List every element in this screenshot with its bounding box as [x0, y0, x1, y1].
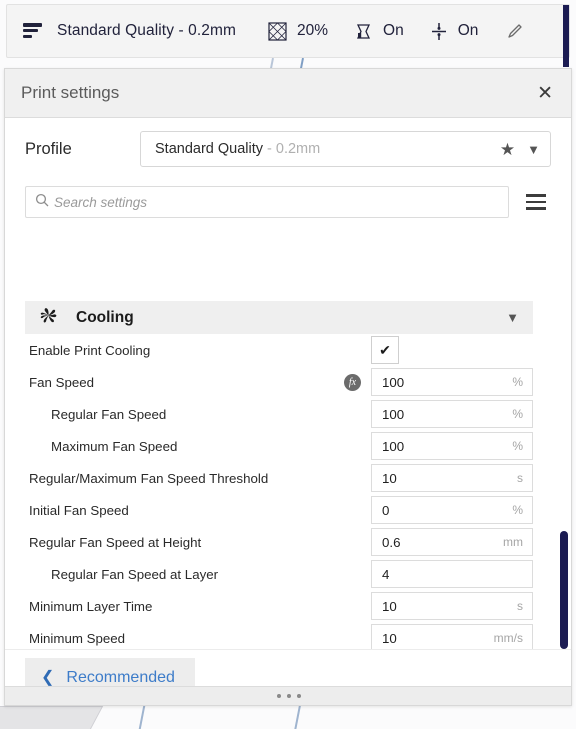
toolbar-support-group[interactable]: On	[354, 5, 404, 57]
value-number: 10	[382, 630, 397, 646]
star-icon[interactable]: ★	[500, 141, 515, 158]
pencil-icon	[506, 22, 524, 40]
value-unit: %	[512, 439, 523, 453]
value-field[interactable]: 10 s	[371, 464, 533, 492]
value-field[interactable]: 4	[371, 560, 533, 588]
value-field[interactable]: 100 %	[371, 432, 533, 460]
checkbox-enable-print-cooling[interactable]: ✔	[371, 336, 399, 364]
setting-label: Minimum Speed	[29, 630, 126, 646]
setting-row-minimum-layer-time[interactable]: Minimum Layer Time 10 s	[25, 590, 533, 622]
value-number: 0	[382, 502, 390, 518]
search-row	[5, 180, 571, 224]
search-icon	[35, 193, 49, 212]
toolbar-profile-label: Standard Quality - 0.2mm	[57, 22, 237, 39]
setting-label: Regular/Maximum Fan Speed Threshold	[29, 470, 269, 486]
setting-row-maximum-fan-speed[interactable]: Maximum Fan Speed 100 %	[25, 430, 533, 462]
page-title: Print settings	[21, 83, 120, 102]
value-unit: %	[512, 407, 523, 421]
value-number: 100	[382, 438, 405, 454]
value-number: 4	[382, 566, 390, 582]
cooling-settings: Enable Print Cooling ✔ Fan Speed fx 100 …	[25, 334, 533, 686]
settings-list: Cooling ▼ Enable Print Cooling ✔ Fan Spe…	[25, 301, 533, 705]
value-field[interactable]: 10 s	[371, 592, 533, 620]
search-input[interactable]	[52, 193, 499, 211]
chevron-down-icon[interactable]: ▼	[527, 143, 540, 156]
print-setup-toolbar[interactable]: Standard Quality - 0.2mm 20% On On	[6, 4, 570, 67]
value-unit: %	[512, 503, 523, 517]
app-root: Standard Quality - 0.2mm 20% On On Print…	[0, 0, 576, 729]
setting-label: Regular Fan Speed at Layer	[51, 566, 219, 582]
drag-handle-dots[interactable]	[5, 686, 571, 705]
layer-height-icon	[23, 23, 43, 39]
profile-label: Profile	[25, 139, 72, 158]
setting-row-initial-fan-speed[interactable]: Initial Fan Speed 0 %	[25, 494, 533, 526]
toolbar-profile-group[interactable]: Standard Quality - 0.2mm	[23, 5, 236, 57]
value-number: 100	[382, 374, 405, 390]
value-unit: s	[517, 471, 523, 485]
fx-icon[interactable]: fx	[344, 373, 361, 391]
search-box[interactable]	[25, 186, 509, 218]
value-unit: mm/s	[493, 631, 523, 645]
value-unit: mm	[503, 535, 523, 549]
setting-label: Maximum Fan Speed	[51, 438, 178, 454]
profile-row: Profile Standard Quality - 0.2mm ★ ▼	[5, 118, 571, 180]
category-header-cooling[interactable]: Cooling ▼	[25, 301, 533, 334]
category-name: Cooling	[76, 308, 134, 326]
toolbar-support-value: On	[383, 22, 404, 39]
value-field[interactable]: 100 %	[371, 368, 533, 396]
value-field[interactable]: 0.6 mm	[371, 528, 533, 556]
value-number: 10	[382, 470, 397, 486]
check-icon: ✔	[379, 341, 391, 358]
setting-label: Fan Speed	[29, 374, 95, 390]
setting-row-regular-fan-speed[interactable]: Regular Fan Speed 100 %	[25, 398, 533, 430]
fan-icon	[39, 306, 58, 330]
toolbar-infill-group[interactable]: 20%	[268, 5, 328, 57]
chevron-left-icon: ❮	[41, 668, 55, 686]
category-left: Cooling	[39, 306, 134, 330]
value-number: 0.6	[382, 534, 401, 550]
panel-header: Print settings ✕	[5, 69, 571, 118]
chevron-down-icon[interactable]: ▼	[506, 310, 519, 325]
value-field[interactable]: 10 mm/s	[371, 624, 533, 652]
value-unit: s	[517, 599, 523, 613]
toolbar-infill-value: 20%	[297, 22, 329, 39]
hamburger-icon[interactable]	[521, 192, 551, 212]
setting-label: Regular Fan Speed	[51, 406, 167, 422]
setting-row-fan-speed[interactable]: Fan Speed fx 100 %	[25, 366, 533, 398]
adhesion-icon	[430, 22, 448, 41]
checkbox-slot: ✔	[371, 336, 533, 364]
setting-row-regular-fan-speed-at-height[interactable]: Regular Fan Speed at Height 0.6 mm	[25, 526, 533, 558]
value-number: 10	[382, 598, 397, 614]
recommended-label: Recommended	[66, 668, 175, 686]
toolbar-right-edge	[563, 5, 569, 67]
settings-scrollbar[interactable]	[557, 301, 571, 705]
value-unit: %	[512, 375, 523, 389]
infill-icon	[268, 21, 287, 41]
value-field[interactable]: 100 %	[371, 400, 533, 428]
setting-label: Initial Fan Speed	[29, 502, 129, 518]
value-number: 100	[382, 406, 405, 422]
setting-label: Minimum Layer Time	[29, 598, 153, 614]
value-field[interactable]: 0 %	[371, 496, 533, 524]
setting-row-regular-fan-speed-at-layer[interactable]: Regular Fan Speed at Layer 4	[25, 558, 533, 590]
build-plate	[0, 706, 104, 729]
setting-row-enable-print-cooling[interactable]: Enable Print Cooling ✔	[25, 334, 533, 366]
scrollbar-thumb[interactable]	[560, 531, 568, 649]
toolbar-adhesion-value: On	[457, 22, 479, 39]
toolbar-adhesion-group[interactable]: On	[430, 5, 479, 57]
support-icon	[354, 22, 373, 41]
setting-label: Enable Print Cooling	[29, 342, 151, 358]
setting-row-fan-speed-threshold[interactable]: Regular/Maximum Fan Speed Threshold 10 s	[25, 462, 533, 494]
print-settings-panel: Print settings ✕ Profile Standard Qualit…	[4, 68, 572, 706]
setting-label: Regular Fan Speed at Height	[29, 534, 202, 550]
toolbar-edit-button[interactable]	[506, 5, 524, 57]
profile-value: Standard Quality - 0.2mm	[155, 141, 321, 157]
close-icon[interactable]: ✕	[537, 83, 553, 103]
profile-select[interactable]: Standard Quality - 0.2mm ★ ▼	[140, 131, 551, 167]
